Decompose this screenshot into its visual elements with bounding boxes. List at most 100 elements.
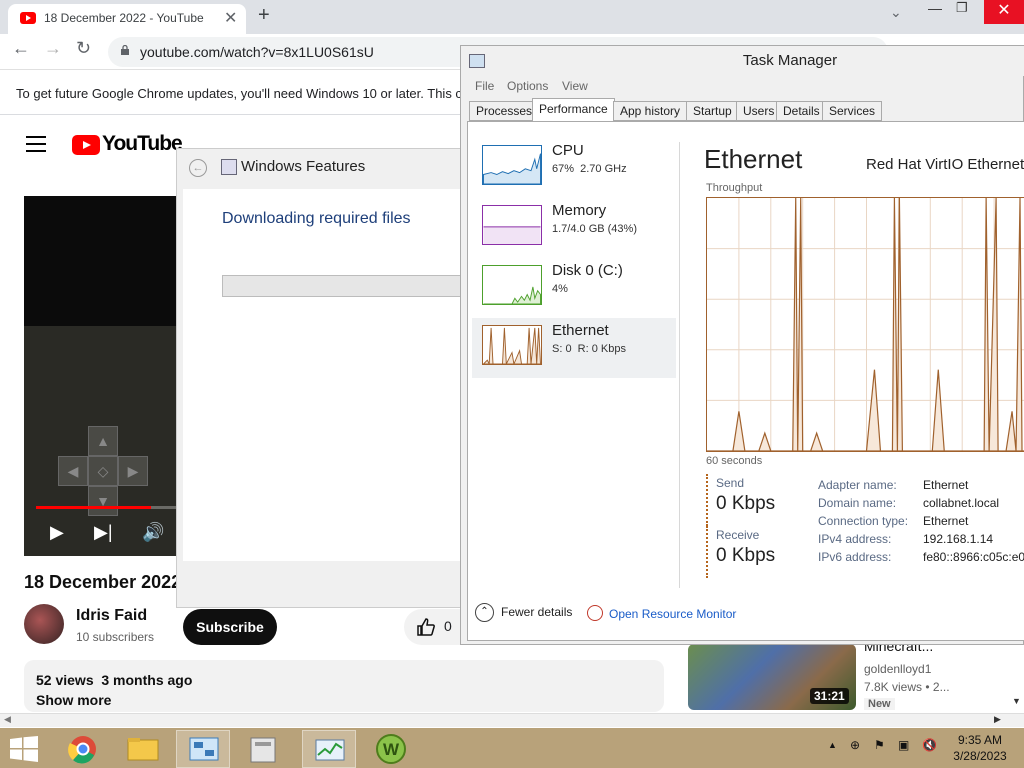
perf-item-memory[interactable]: Memory 1.7/4.0 GB (43%)	[472, 198, 676, 258]
tab-services[interactable]: Services	[822, 101, 883, 121]
menu-view[interactable]: View	[562, 79, 588, 93]
tab-users[interactable]: Users	[736, 101, 782, 121]
prop-domain-value: collabnet.local	[923, 496, 1000, 510]
seconds-label: 60 seconds	[706, 455, 763, 467]
volume-icon[interactable]: 🔊	[142, 522, 164, 543]
perf-item-cpu[interactable]: CPU 67% 2.70 GHz	[472, 138, 676, 198]
perf-item-disk[interactable]: Disk 0 (C:) 4%	[472, 258, 676, 318]
perf-item-ethernet[interactable]: Ethernet S: 0 R: 0 Kbps	[472, 318, 676, 378]
taskbar-file-explorer-icon[interactable]	[116, 730, 170, 768]
show-hidden-icons[interactable]: ▲	[828, 740, 837, 750]
video-title: 18 December 2022	[24, 572, 182, 592]
performance-panel: CPU 67% 2.70 GHz Memory 1.7/4.0 GB (43%)…	[467, 121, 1024, 641]
back-arrow-icon[interactable]: ←	[189, 159, 207, 177]
video-progress-fill	[36, 506, 152, 509]
scroll-right-icon[interactable]: ▶	[994, 714, 1001, 725]
clock-time[interactable]: 9:35 AM	[950, 733, 1010, 747]
recommended-channel: goldenlloyd1	[864, 662, 932, 676]
browser-tab[interactable]: 18 December 2022 - YouTube ✕	[8, 4, 246, 34]
scroll-left-icon[interactable]: ◀	[4, 714, 11, 725]
dpad-down-icon: ▼	[88, 486, 118, 516]
taskbar-windows-features-icon[interactable]	[236, 730, 290, 768]
views-line: 52 views 3 months ago	[36, 672, 193, 688]
clock-date[interactable]: 3/28/2023	[950, 749, 1010, 763]
channel-subscribers: 10 subscribers	[76, 630, 155, 644]
tab-details[interactable]: Details	[776, 101, 827, 121]
restore-icon[interactable]: ❐	[956, 0, 968, 16]
recommended-thumbnail[interactable]: 31:21	[688, 644, 856, 710]
youtube-logo-text[interactable]: YouTube	[102, 132, 183, 156]
volume-muted-icon[interactable]: 🔇	[922, 738, 937, 752]
tab-performance[interactable]: Performance	[532, 98, 615, 122]
new-badge: New	[864, 698, 895, 710]
action-center-flag-icon[interactable]: ⚑	[874, 738, 885, 752]
menu-options[interactable]: Options	[507, 79, 548, 93]
throughput-label: Throughput	[706, 182, 763, 194]
channel-avatar[interactable]	[24, 604, 64, 644]
forward-icon[interactable]: →	[44, 38, 62, 59]
tab-startup[interactable]: Startup	[686, 101, 739, 121]
taskbar-control-panel-icon[interactable]	[176, 730, 230, 768]
perf-cpu-name: CPU	[552, 142, 584, 159]
send-stat: Send 0 Kbps	[706, 474, 806, 526]
prop-connection-value: Ethernet	[923, 514, 969, 528]
taskbar-task-manager-icon[interactable]	[302, 730, 356, 768]
horizontal-scrollbar[interactable]: ◀ ▶	[0, 713, 1024, 727]
tab-title: 18 December 2022 - YouTube	[44, 11, 204, 25]
cpu-graph-icon	[482, 145, 542, 185]
receive-stat: Receive 0 Kbps	[706, 526, 806, 578]
scroll-down-icon[interactable]: ▼	[1012, 696, 1021, 706]
adapter-model: Red Hat VirtIO Ethernet	[866, 156, 1024, 173]
prop-ipv4-value: 192.168.1.14	[923, 532, 994, 546]
next-icon[interactable]: ▶|	[94, 522, 113, 543]
thumbs-up-icon	[417, 618, 435, 636]
menu-file[interactable]: File	[475, 79, 494, 93]
network-icon[interactable]: ▣	[898, 738, 909, 752]
tab-app-history[interactable]: App history	[613, 101, 688, 121]
show-more-link[interactable]: Show more	[36, 692, 111, 708]
task-manager-title: Task Manager	[742, 52, 838, 69]
dpad-right-icon: ▶	[118, 456, 148, 486]
tab-search-chevron-icon[interactable]: ⌄	[890, 4, 902, 21]
tab-processes[interactable]: Processes	[469, 101, 540, 121]
new-tab-icon[interactable]: +	[258, 4, 270, 27]
security-alert-icon[interactable]: ⊕	[850, 738, 860, 752]
youtube-logo-icon[interactable]	[72, 135, 100, 155]
back-icon[interactable]: ←	[12, 38, 30, 59]
play-icon[interactable]: ▶	[50, 522, 64, 543]
fewer-details-label: Fewer details	[501, 605, 573, 619]
dpad-up-icon: ▲	[88, 426, 118, 456]
menu-icon[interactable]	[26, 136, 46, 152]
menu-bar: File Options View	[461, 77, 1024, 97]
dialog-title: Windows Features	[241, 158, 366, 175]
reload-icon[interactable]: ↻	[76, 38, 91, 59]
receive-label: Receive	[716, 528, 760, 542]
windows-features-dialog: ← Windows Features Downloading required …	[176, 148, 472, 608]
window-close-icon[interactable]: ✕	[984, 0, 1024, 24]
perf-disk-value: 4%	[552, 283, 568, 295]
dpad-left-icon: ◀	[58, 456, 88, 486]
close-tab-icon[interactable]: ✕	[224, 8, 237, 28]
prop-ipv4-key: IPv4 address:	[818, 532, 892, 546]
taskbar-chrome-icon[interactable]	[56, 730, 110, 768]
windows-start-icon[interactable]	[10, 736, 38, 762]
dpad-center-icon: ◇	[88, 456, 118, 486]
tab-strip: 18 December 2022 - YouTube ✕ + ⌄ — ❐ ✕	[0, 0, 1024, 34]
prop-domain-key: Domain name:	[818, 496, 897, 510]
like-button[interactable]: 0	[404, 609, 460, 645]
prop-adapter-value: Ethernet	[923, 478, 969, 492]
channel-name[interactable]: Idris Faid	[76, 607, 147, 625]
resource-monitor-icon	[587, 605, 603, 621]
throughput-graph	[706, 197, 1024, 452]
youtube-favicon-icon	[20, 12, 36, 24]
description-box[interactable]: 52 views 3 months ago Show more	[24, 660, 664, 712]
taskbar-w-app-icon[interactable]: W	[364, 730, 418, 768]
minimize-icon[interactable]: —	[928, 0, 942, 16]
taskbar: W ▲ ⊕ ⚑ ▣ 🔇 9:35 AM 3/28/2023	[0, 728, 1024, 768]
task-manager-titlebar[interactable]: Task Manager	[461, 46, 1024, 76]
url-text: youtube.com/watch?v=8x1LU0S61sU	[140, 44, 374, 60]
recommended-video[interactable]: 31:21 Minecraft... goldenlloyd1 7.8K vie…	[688, 638, 1018, 714]
subscribe-button[interactable]: Subscribe	[183, 609, 277, 645]
send-value: 0 Kbps	[716, 493, 776, 514]
duration-badge: 31:21	[810, 688, 849, 704]
